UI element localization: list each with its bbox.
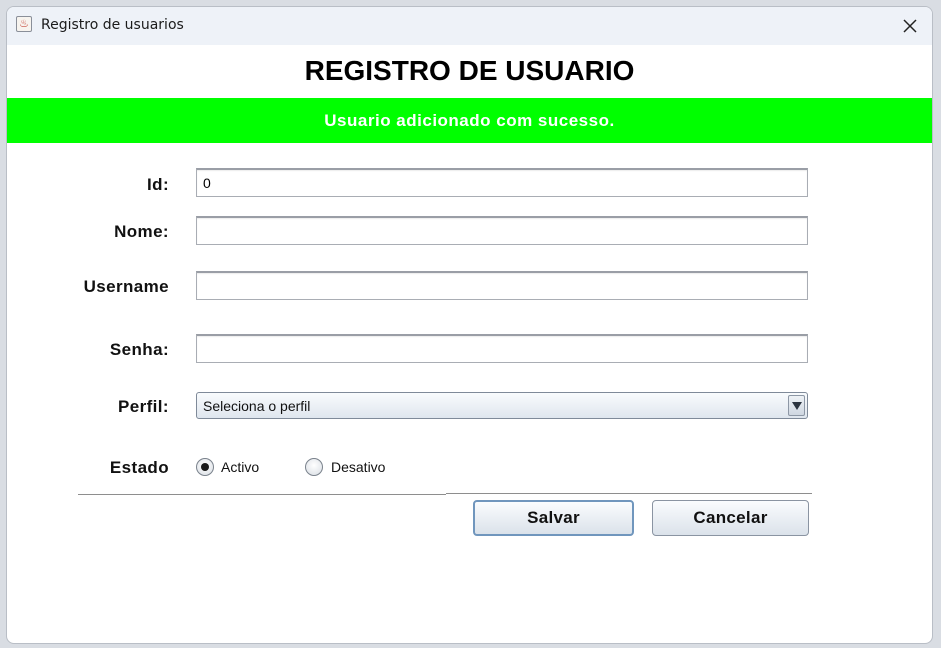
username-label: Username <box>83 277 169 296</box>
chevron-down-icon <box>792 402 802 410</box>
estado-label: Estado <box>109 458 169 477</box>
cancel-button[interactable]: Cancelar <box>652 500 809 536</box>
java-icon: ♨ <box>16 16 32 32</box>
page-title: REGISTRO DE USUARIO <box>304 55 635 86</box>
radio-activo[interactable] <box>196 458 214 476</box>
perfil-label: Perfil: <box>118 397 169 416</box>
save-button[interactable]: Salvar <box>473 500 634 536</box>
id-label: Id: <box>147 175 169 194</box>
registration-window: ♨ Registro de usuarios REGISTRO DE USUAR… <box>6 6 933 644</box>
username-field[interactable] <box>196 271 808 300</box>
radio-activo-label[interactable]: Activo <box>221 459 259 475</box>
perfil-selected-value: Seleciona o perfil <box>203 398 311 414</box>
status-banner: Usuario adicionado com sucesso. <box>7 98 932 143</box>
dropdown-arrow-button[interactable] <box>788 395 805 416</box>
senha-label: Senha: <box>109 340 169 359</box>
window-title: Registro de usuarios <box>41 17 184 33</box>
estado-radio-group: Activo Desativo <box>196 456 426 478</box>
nome-label: Nome: <box>114 222 169 241</box>
close-button[interactable] <box>896 12 924 40</box>
separator-left <box>78 494 446 495</box>
title-bar: ♨ Registro de usuarios <box>7 7 932 45</box>
id-field[interactable] <box>196 168 808 197</box>
separator-right <box>446 493 812 494</box>
radio-selected-dot <box>201 463 209 471</box>
radio-desativo-label[interactable]: Desativo <box>331 459 385 475</box>
close-icon <box>903 19 917 33</box>
senha-field[interactable] <box>196 334 808 363</box>
nome-field[interactable] <box>196 216 808 245</box>
radio-desativo[interactable] <box>305 458 323 476</box>
perfil-dropdown[interactable]: Seleciona o perfil <box>196 392 808 419</box>
